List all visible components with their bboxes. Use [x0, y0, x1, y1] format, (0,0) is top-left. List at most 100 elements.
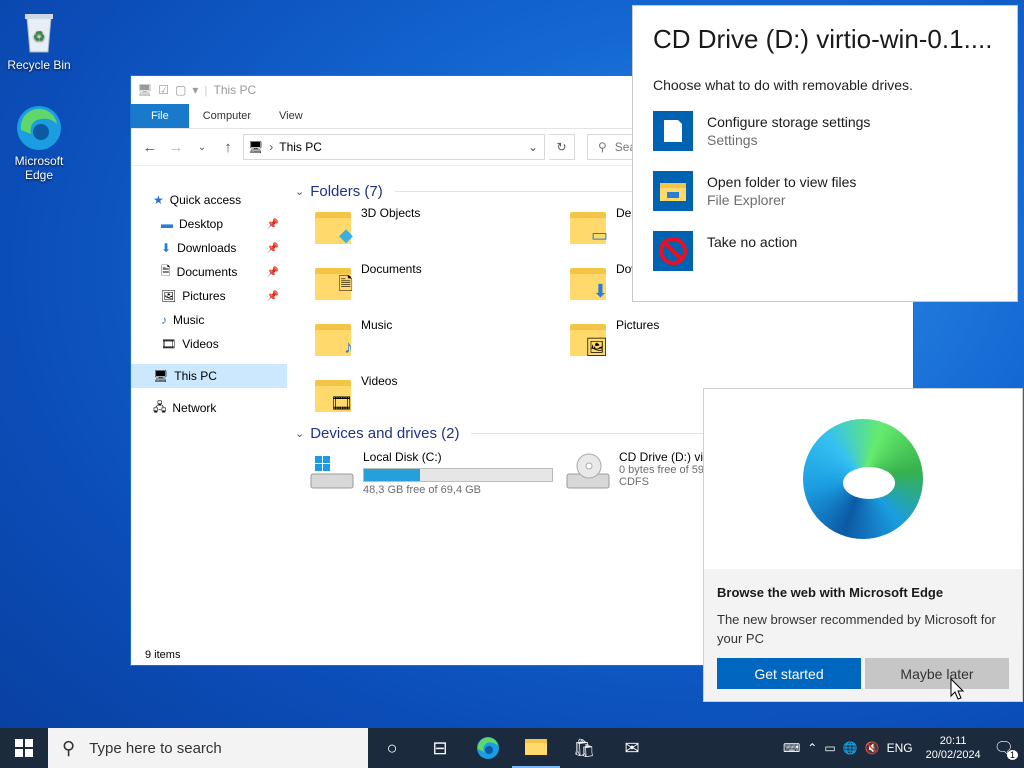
- maybe-later-button[interactable]: Maybe later: [865, 658, 1009, 689]
- store-icon[interactable]: 🛍: [560, 728, 608, 768]
- folder-videos-icon: 🎞: [313, 374, 353, 414]
- edge-taskbar-icon[interactable]: [464, 728, 512, 768]
- picture-icon: 🖼: [161, 289, 177, 303]
- forward-arrow-icon[interactable]: →: [165, 139, 187, 156]
- option-desc: Settings: [707, 132, 758, 148]
- edge-promo-toast: Browse the web with Microsoft Edge The n…: [703, 388, 1023, 702]
- nav-item-network[interactable]: 🖧 Network: [131, 396, 287, 420]
- titlebar-separator: |: [204, 83, 208, 97]
- nav-item-music[interactable]: ♪ Music: [131, 308, 287, 332]
- drive-usage-fill: [364, 469, 421, 481]
- option-configure-storage[interactable]: Configure storage settings Settings: [653, 111, 997, 171]
- folder-3d-objects[interactable]: ◆ 3D Objects: [313, 206, 568, 246]
- volume-muted-icon[interactable]: 🔇: [865, 741, 880, 755]
- folder-label: Documents: [361, 262, 422, 276]
- task-view-icon[interactable]: ⊟: [416, 728, 464, 768]
- file-explorer-taskbar-icon[interactable]: [512, 728, 560, 768]
- desktop-icon: ▬: [161, 217, 173, 231]
- clock-date: 20/02/2024: [925, 749, 981, 761]
- folder-pictures[interactable]: 🖼 Pictures: [568, 318, 823, 358]
- refresh-icon[interactable]: ↻: [549, 134, 575, 160]
- windows-start-icon[interactable]: [0, 728, 48, 768]
- folder-videos[interactable]: 🎞 Videos: [313, 374, 568, 414]
- group-title: Folders (7): [310, 182, 383, 200]
- desktop-icon-edge[interactable]: Microsoft Edge: [3, 104, 75, 182]
- network-globe-icon[interactable]: 🌐: [843, 741, 858, 755]
- collapse-chevron-icon: ⌄: [295, 427, 305, 440]
- cd-drive-icon: [565, 450, 611, 492]
- system-tray: ⌨ ⌃ ▭ 🌐 🔇 ENG 20:11 20/02/2024 🗨 1: [783, 734, 1024, 762]
- download-icon: ⬇: [161, 241, 172, 255]
- nav-item-documents[interactable]: 🗎 Documents 📌: [131, 260, 287, 284]
- keyboard-icon[interactable]: ⌨: [783, 741, 800, 755]
- edge-toast-title: Browse the web with Microsoft Edge: [717, 585, 944, 600]
- nav-item-videos[interactable]: 🎞 Videos: [131, 332, 287, 356]
- star-icon: ★: [153, 193, 164, 207]
- group-title: Devices and drives (2): [310, 424, 460, 442]
- taskbar: ⚲ Type here to search ○ ⊟ 🛍 ✉ ⌨ ⌃ ▭ 🌐 🔇 …: [0, 728, 1024, 768]
- pin-icon[interactable]: 📌: [267, 291, 279, 302]
- new-folder-icon[interactable]: ▢: [175, 83, 186, 97]
- properties-icon[interactable]: ☑: [158, 83, 169, 97]
- get-started-button[interactable]: Get started: [717, 658, 861, 689]
- folder-music[interactable]: ♪ Music: [313, 318, 568, 358]
- nav-label: Documents: [176, 265, 238, 279]
- address-dropdown-icon[interactable]: ⌄: [528, 140, 544, 154]
- edge-icon: [15, 104, 63, 152]
- taskbar-search-box[interactable]: ⚲ Type here to search: [48, 728, 368, 768]
- desktop-icon-recycle-bin[interactable]: ♻ Recycle Bin: [3, 8, 75, 72]
- option-open-folder[interactable]: Open folder to view files File Explorer: [653, 171, 997, 231]
- notification-count-badge: 1: [1006, 750, 1018, 760]
- meet-now-icon[interactable]: ▭: [824, 741, 835, 755]
- tab-view[interactable]: View: [265, 104, 317, 128]
- pin-icon[interactable]: 📌: [267, 267, 279, 278]
- folder-documents[interactable]: 🗎 Documents: [313, 262, 568, 302]
- recent-locations-icon[interactable]: ⌄: [191, 142, 213, 153]
- clock-time: 20:11: [939, 735, 967, 747]
- nav-item-pictures[interactable]: 🖼 Pictures 📌: [131, 284, 287, 308]
- hard-drive-icon: [309, 450, 355, 492]
- address-bar[interactable]: 🖥 › This PC ⌄: [243, 134, 545, 160]
- folder-music-icon: ♪: [313, 318, 353, 358]
- option-take-no-action[interactable]: Take no action: [653, 231, 997, 291]
- folder-label: Pictures: [616, 318, 660, 332]
- computer-icon: 🖥: [137, 83, 153, 97]
- notifications-icon[interactable]: 🗨 1: [994, 738, 1018, 760]
- drive-d[interactable]: CD Drive (D:) virtio-win-0.1.240 0 bytes…: [565, 450, 725, 496]
- nav-quick-access[interactable]: ★ Quick access: [131, 188, 287, 212]
- pin-icon[interactable]: 📌: [267, 243, 279, 254]
- folder-label: Videos: [361, 374, 398, 388]
- drive-usage-bar: [363, 468, 553, 482]
- mail-icon[interactable]: ✉: [608, 728, 656, 768]
- search-icon: ⚲: [598, 140, 607, 154]
- search-icon: ⚲: [62, 737, 76, 758]
- tab-computer[interactable]: Computer: [189, 104, 265, 128]
- show-hidden-icons-chevron-icon[interactable]: ⌃: [807, 741, 817, 755]
- document-icon: 🗎: [161, 263, 171, 278]
- folder-downloads-icon: ⬇: [568, 262, 608, 302]
- edge-logo-icon: [803, 419, 923, 539]
- back-arrow-icon[interactable]: ←: [139, 139, 161, 156]
- autoplay-title: CD Drive (D:) virtio-win-0.1....: [653, 24, 993, 54]
- language-indicator[interactable]: ENG: [887, 741, 913, 755]
- drive-c[interactable]: Local Disk (C:) 48,3 GB free of 69,4 GB: [309, 450, 553, 496]
- option-desc: File Explorer: [707, 192, 786, 208]
- nav-label: Downloads: [177, 241, 237, 255]
- cortana-icon[interactable]: ○: [368, 728, 416, 768]
- nav-item-downloads[interactable]: ⬇ Downloads 📌: [131, 236, 287, 260]
- clock[interactable]: 20:11 20/02/2024: [926, 734, 981, 762]
- no-action-icon: [653, 231, 693, 271]
- up-arrow-icon[interactable]: ↑: [217, 139, 239, 156]
- svg-text:♻: ♻: [33, 28, 46, 44]
- customize-qat-icon[interactable]: ▾: [192, 83, 198, 97]
- nav-label: Desktop: [179, 217, 224, 231]
- tab-file[interactable]: File: [131, 104, 189, 128]
- folder-label: Music: [361, 318, 393, 332]
- option-title: Open folder to view files: [707, 174, 857, 190]
- pin-icon[interactable]: 📌: [267, 219, 279, 230]
- film-icon: 🎞: [161, 337, 177, 351]
- nav-item-desktop[interactable]: ▬ Desktop 📌: [131, 212, 287, 236]
- music-icon: ♪: [161, 313, 167, 327]
- autoplay-notification: CD Drive (D:) virtio-win-0.1.... Choose …: [632, 5, 1018, 302]
- nav-item-this-pc[interactable]: 🖥 This PC: [131, 364, 287, 388]
